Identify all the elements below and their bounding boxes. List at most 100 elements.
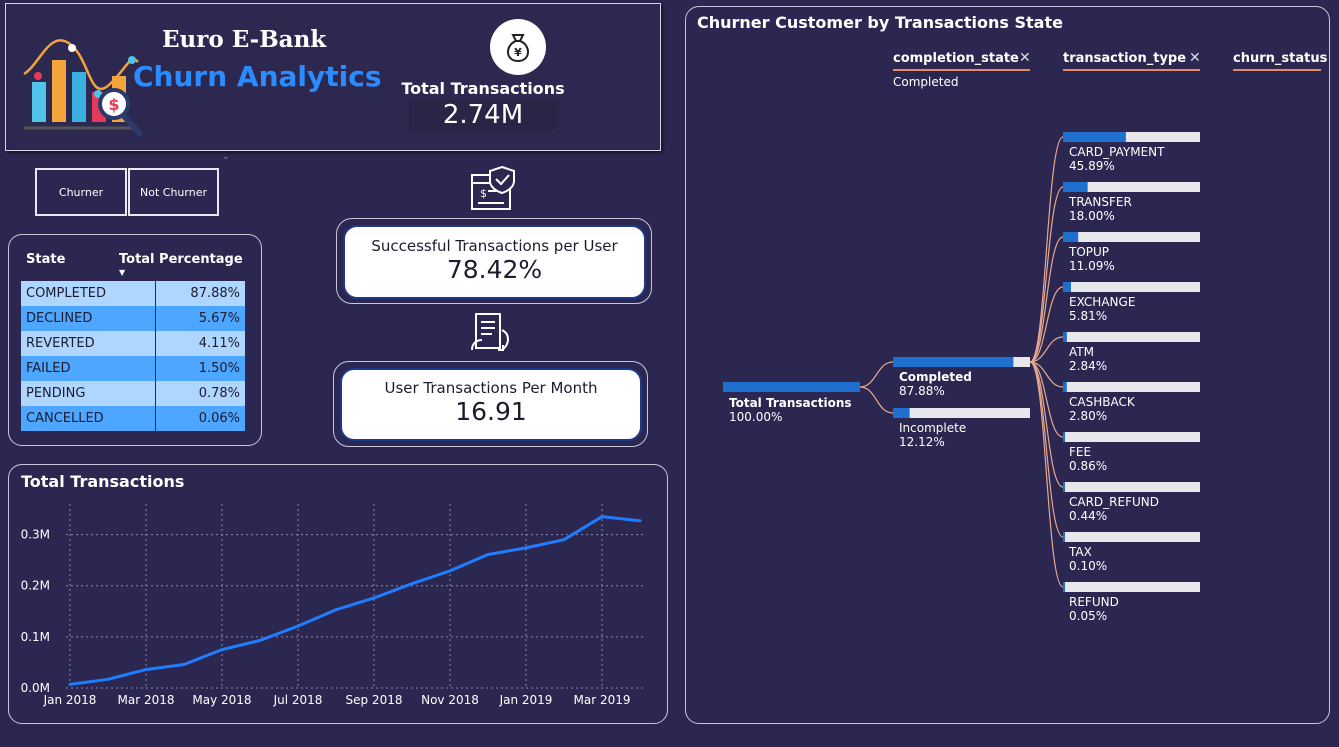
level2-bar[interactable] — [1063, 182, 1088, 192]
level2-bar-track — [1063, 432, 1200, 442]
data-point[interactable] — [258, 638, 262, 642]
data-point[interactable] — [486, 553, 490, 557]
state-table: COMPLETED 87.88% DECLINED 5.67% REVERTED 4.… — [21, 281, 245, 431]
root-node-value: 100.00% — [729, 410, 782, 424]
level2-bar-track — [1063, 232, 1200, 242]
level2-node-value: 2.80% — [1069, 409, 1107, 423]
level1-node-label: Incomplete — [899, 421, 966, 435]
level-header-churn-status[interactable]: churn_status — [1233, 51, 1327, 71]
level2-node-label: ATM — [1069, 345, 1094, 359]
tree-connector — [859, 361, 894, 388]
data-point[interactable] — [334, 608, 338, 612]
level2-bar[interactable] — [1063, 532, 1065, 542]
data-point[interactable] — [448, 569, 452, 573]
level2-node-label: TOPUP — [1068, 245, 1109, 259]
app-subtitle: Churn Analytics — [133, 60, 382, 93]
level1-bar-track — [893, 408, 1030, 418]
secure-invoice-check-icon: $ — [471, 165, 515, 210]
tree-connector — [1029, 136, 1064, 363]
tree-connector — [1029, 361, 1064, 538]
close-icon[interactable]: ✕ — [1019, 50, 1031, 66]
x-tick-label: Mar 2018 — [118, 693, 175, 707]
level2-bar[interactable] — [1063, 282, 1071, 292]
slicer-not-churner-button[interactable]: Not Churner — [128, 168, 219, 216]
cell-pct: 87.88% — [155, 281, 245, 306]
transaction-receipt-exchange-icon — [471, 313, 509, 351]
data-point[interactable] — [524, 546, 528, 550]
level2-bar-track — [1063, 282, 1200, 292]
root-node-label: Total Transactions — [729, 396, 852, 410]
level-header-transaction-type[interactable]: transaction_type — [1063, 51, 1200, 71]
table-row[interactable]: FAILED 1.50% — [21, 356, 245, 381]
table-row[interactable]: COMPLETED 87.88% — [21, 281, 245, 306]
level2-node-label: REFUND — [1069, 595, 1119, 609]
column-header-total-percentage[interactable]: Total Percentage — [119, 252, 243, 267]
data-point[interactable] — [410, 582, 414, 586]
level2-node-value: 0.05% — [1069, 609, 1107, 623]
level2-bar-track — [1063, 582, 1200, 592]
level2-node-label: CARD_REFUND — [1069, 495, 1159, 509]
x-tick-label: May 2018 — [192, 693, 251, 707]
level2-node-label: FEE — [1069, 445, 1091, 459]
cell-pct: 5.67% — [155, 306, 245, 331]
root-bar[interactable] — [723, 382, 860, 392]
line-chart[interactable]: 0.0M0.1M0.2M0.3MJan 2018 Mar 2018 May 2018… — [8, 464, 668, 724]
data-point[interactable] — [638, 519, 642, 523]
close-icon[interactable]: ✕ — [1189, 50, 1201, 66]
total-transactions-label: Total Transactions — [401, 79, 565, 98]
data-point[interactable] — [144, 668, 148, 672]
cell-pct: 4.11% — [155, 331, 245, 356]
level2-bar[interactable] — [1063, 332, 1067, 342]
svg-text:$: $ — [108, 95, 119, 114]
level1-node-value: 87.88% — [899, 384, 945, 398]
level1-bar[interactable] — [893, 408, 910, 418]
level2-node-value: 0.86% — [1069, 459, 1107, 473]
level-header-completion-state[interactable]: completion_state — [893, 51, 1030, 71]
level1-bar[interactable] — [893, 357, 1014, 367]
level2-node-label: TRANSFER — [1068, 195, 1132, 209]
data-point[interactable] — [220, 648, 224, 652]
sort-desc-icon: ▼ — [119, 268, 126, 277]
cell-state: FAILED — [21, 356, 157, 381]
data-point[interactable] — [106, 677, 110, 681]
level2-node-value: 11.09% — [1069, 259, 1115, 273]
level2-node-value: 5.81% — [1069, 309, 1107, 323]
level2-bar[interactable] — [1063, 132, 1126, 142]
cell-pct: 1.50% — [155, 356, 245, 381]
app-title: Euro E-Bank — [162, 26, 327, 53]
level2-node-value: 2.84% — [1069, 359, 1107, 373]
kpi-success-label: Successful Transactions per User — [371, 237, 618, 255]
table-row[interactable]: DECLINED 5.67% — [21, 306, 245, 331]
level2-bar[interactable] — [1063, 382, 1067, 392]
level2-bar[interactable] — [1063, 232, 1079, 242]
table-row[interactable]: REVERTED 4.11% — [21, 331, 245, 356]
table-row[interactable]: CANCELLED 0.06% — [21, 406, 245, 431]
chevron-down-icon[interactable]: ⌄ — [222, 152, 230, 162]
level2-bar[interactable] — [1063, 582, 1065, 592]
data-point[interactable] — [296, 624, 300, 628]
x-tick-label: Jan 2019 — [499, 693, 553, 707]
level2-bar[interactable] — [1063, 432, 1065, 442]
x-tick-label: Jul 2018 — [273, 693, 323, 707]
kpi-monthly-value: 16.91 — [455, 397, 527, 426]
x-tick-label: Jan 2018 — [43, 693, 97, 707]
level2-node-label: CARD_PAYMENT — [1069, 145, 1165, 159]
data-point[interactable] — [562, 538, 566, 542]
data-point[interactable] — [372, 596, 376, 600]
data-point[interactable] — [68, 682, 72, 686]
level2-node-value: 0.44% — [1069, 509, 1107, 523]
series-line[interactable] — [69, 515, 641, 686]
table-row[interactable]: PENDING 0.78% — [21, 381, 245, 406]
kpi-monthly-label: User Transactions Per Month — [384, 379, 598, 397]
data-point[interactable] — [600, 515, 604, 519]
column-header-state[interactable]: State — [26, 252, 65, 267]
level2-node-value: 45.89% — [1069, 159, 1115, 173]
cell-state: PENDING — [21, 381, 157, 406]
money-bag-yen-icon: ¥ — [490, 19, 546, 75]
level2-bar[interactable] — [1063, 482, 1065, 492]
data-point[interactable] — [182, 662, 186, 666]
cell-state: COMPLETED — [21, 281, 157, 306]
svg-text:¥: ¥ — [514, 46, 522, 59]
slicer-churner-button[interactable]: Churner — [35, 168, 127, 216]
level2-node-label: CASHBACK — [1069, 395, 1136, 409]
